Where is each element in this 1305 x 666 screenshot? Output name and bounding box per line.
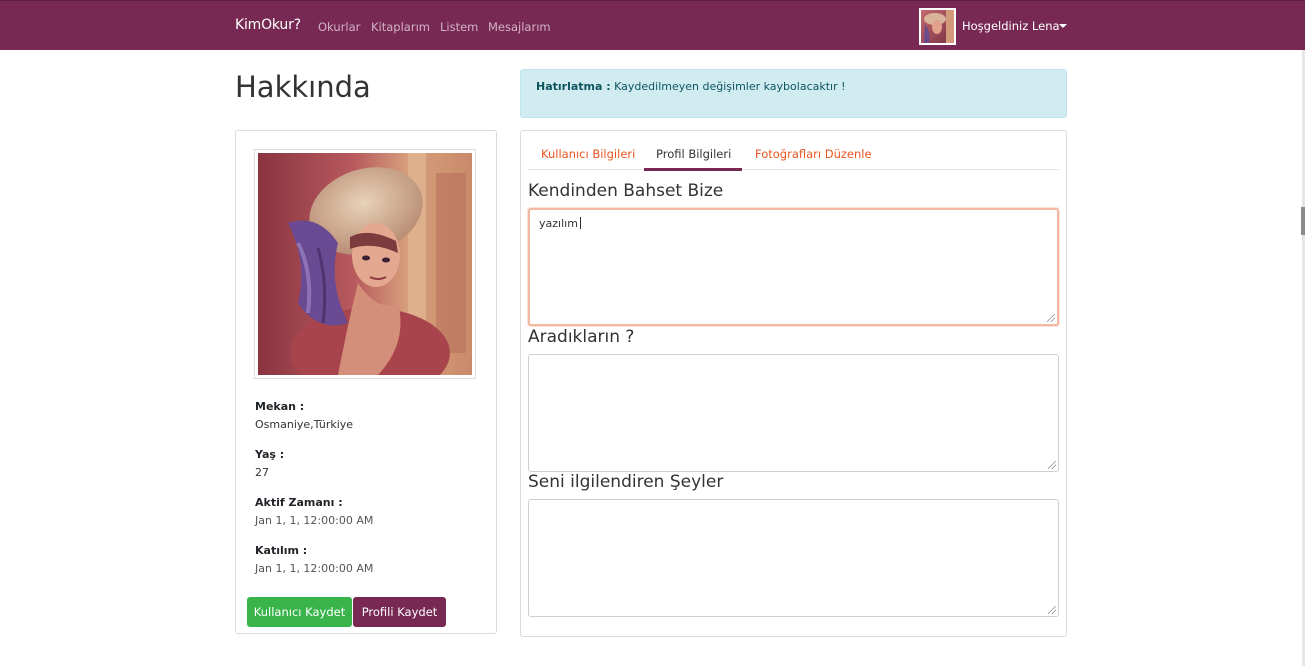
- profile-image: [258, 153, 472, 375]
- resize-grip-icon[interactable]: [1048, 461, 1056, 469]
- nav-link-kitaplarim[interactable]: Kitaplarım: [371, 20, 430, 34]
- nav-link-mesajlarim[interactable]: Mesajlarım: [488, 20, 551, 34]
- joined-value: Jan 1, 1, 12:00:00 AM: [255, 562, 374, 575]
- tab-profile-info[interactable]: Profil Bilgileri: [656, 147, 731, 161]
- about-me-text: yazılım: [539, 217, 578, 230]
- location-value: Osmaniye,Türkiye: [255, 418, 354, 431]
- resize-grip-icon[interactable]: [1048, 606, 1056, 614]
- chevron-down-icon[interactable]: [1059, 24, 1067, 28]
- about-me-textarea[interactable]: yazılım: [528, 208, 1059, 326]
- top-navbar: KimOkur? Okurlar Kitaplarım Listem Mesaj…: [0, 0, 1305, 50]
- looking-for-textarea[interactable]: [528, 354, 1059, 472]
- profile-photo: [254, 149, 476, 379]
- scrollbar-thumb[interactable]: [1301, 207, 1305, 235]
- about-me-heading: Kendinden Bahset Bize: [528, 181, 724, 201]
- user-menu-toggle[interactable]: Hoşgeldiniz Lena: [962, 19, 1060, 33]
- alert-title: Hatırlatma :: [536, 80, 611, 93]
- reminder-alert: Hatırlatma : Kaydedilmeyen değişimler ka…: [520, 69, 1067, 118]
- age-label: Yaş :: [255, 448, 285, 461]
- user-avatar[interactable]: [919, 8, 956, 45]
- avatar-image: [921, 10, 954, 43]
- resize-grip-icon[interactable]: [1047, 314, 1055, 322]
- age-value: 27: [255, 466, 269, 479]
- brand-logo[interactable]: KimOkur?: [235, 17, 301, 33]
- interests-textarea[interactable]: [528, 499, 1059, 617]
- save-user-button[interactable]: Kullanıcı Kaydet: [247, 597, 352, 627]
- nav-link-listem[interactable]: Listem: [440, 20, 478, 34]
- joined-label: Katılım :: [255, 544, 308, 557]
- page-title: Hakkında: [235, 70, 371, 104]
- interests-heading: Seni ilgilendiren Şeyler: [528, 472, 724, 492]
- text-cursor: [579, 217, 581, 229]
- tab-user-info[interactable]: Kullanıcı Bilgileri: [541, 147, 635, 161]
- nav-link-okurlar[interactable]: Okurlar: [318, 20, 360, 34]
- alert-message: Kaydedilmeyen değişimler kaybolacaktır !: [610, 80, 846, 93]
- active-tab-indicator: [644, 168, 742, 171]
- tab-divider: [528, 169, 1059, 170]
- location-label: Mekan :: [255, 400, 305, 413]
- looking-for-heading: Aradıkların ?: [528, 327, 635, 347]
- tab-edit-photos[interactable]: Fotoğrafları Düzenle: [755, 147, 872, 161]
- save-profile-button[interactable]: Profili Kaydet: [353, 597, 446, 627]
- active-time-label: Aktif Zamanı :: [255, 496, 343, 509]
- active-time-value: Jan 1, 1, 12:00:00 AM: [255, 514, 374, 527]
